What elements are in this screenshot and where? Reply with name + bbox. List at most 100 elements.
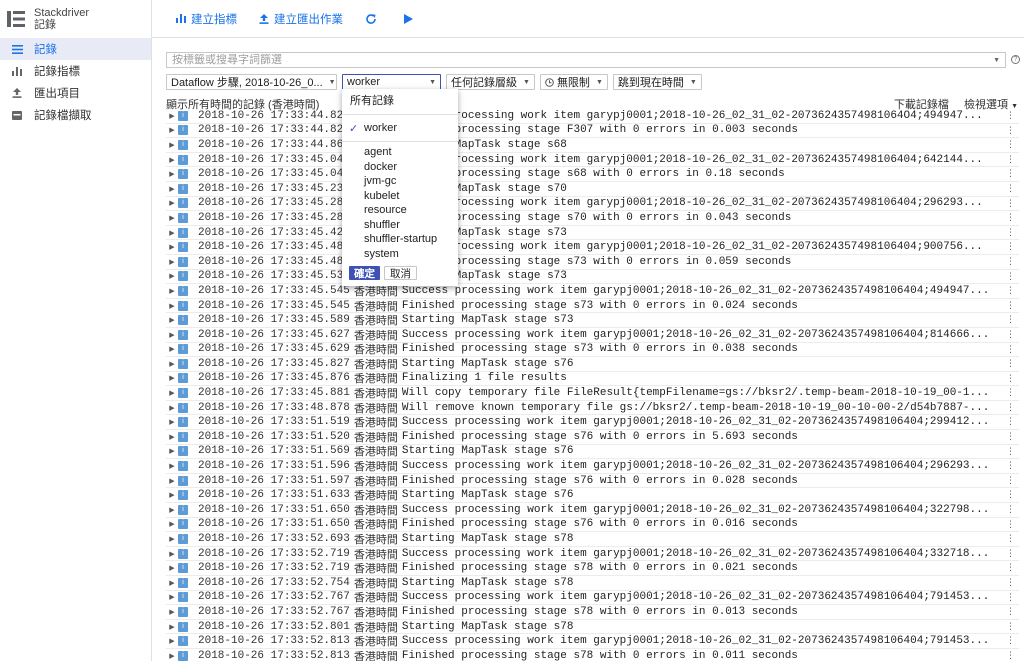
log-row[interactable]: ▶ i 2018-10-26 17:33:51.633 香港時間 Starting Ma…: [166, 488, 1019, 504]
log-row[interactable]: ▶ i 2018-10-26 17:33:52.719 香港時間 Success pro…: [166, 547, 1019, 562]
log-row[interactable]: ▶ i 2018-10-26 17:33:45.629 香港時間 Finished pr…: [166, 343, 1019, 358]
log-row[interactable]: ▶ i 2018-10-26 17:33:48.878 香港時間 Will remove…: [166, 401, 1019, 416]
log-row[interactable]: ▶i2018-10-26 17:33:44.86香港時間Starting Map…: [166, 138, 1019, 153]
more-options-icon[interactable]: ⋮: [1006, 155, 1015, 165]
log-row[interactable]: ▶ i 2018-10-26 17:33:52.767 香港時間 Finished pr…: [166, 605, 1019, 620]
sidebar-item-log-ingestion[interactable]: 記錄檔擷取: [0, 104, 151, 126]
more-options-icon[interactable]: ⋮: [1006, 242, 1015, 252]
expand-arrow-icon[interactable]: ▶: [166, 214, 178, 222]
more-options-icon[interactable]: ⋮: [1006, 359, 1015, 369]
more-options-icon[interactable]: ⋮: [1006, 432, 1015, 442]
menu-item-all-logs[interactable]: 所有記錄: [342, 89, 458, 111]
more-options-icon[interactable]: ⋮: [1006, 169, 1015, 179]
log-row[interactable]: ▶i2018-10-26 17:33:45.42香港時間Starting Map…: [166, 226, 1019, 241]
log-row[interactable]: ▶ i 2018-10-26 17:33:52.813 香港時間 Success pro…: [166, 634, 1019, 649]
log-select[interactable]: worker ▼: [342, 74, 441, 90]
expand-arrow-icon[interactable]: ▶: [166, 272, 178, 280]
more-options-icon[interactable]: ⋮: [1006, 111, 1015, 121]
log-row[interactable]: ▶ i 2018-10-26 17:33:45.545 香港時間 Success pro…: [166, 284, 1019, 299]
expand-arrow-icon[interactable]: ▶: [166, 258, 178, 266]
expand-arrow-icon[interactable]: ▶: [166, 535, 178, 543]
sidebar-item-log-metrics[interactable]: 記錄指標: [0, 60, 151, 82]
log-row[interactable]: ▶ i 2018-10-26 17:33:51.650 香港時間 Success pro…: [166, 503, 1019, 518]
expand-arrow-icon[interactable]: ▶: [166, 185, 178, 193]
chevron-down-icon[interactable]: ▼: [993, 57, 1000, 64]
help-icon[interactable]: ?: [1011, 55, 1020, 64]
log-row[interactable]: ▶ i 2018-10-26 17:33:52.754 香港時間 Starting Ma…: [166, 576, 1019, 591]
log-row[interactable]: ▶ i 2018-10-26 17:33:45.827 香港時間 Starting Ma…: [166, 357, 1019, 372]
more-options-icon[interactable]: ⋮: [1006, 461, 1015, 471]
more-options-icon[interactable]: ⋮: [1006, 417, 1015, 427]
log-row[interactable]: ▶ i 2018-10-26 17:33:52.801 香港時間 Starting Ma…: [166, 620, 1019, 635]
more-options-icon[interactable]: ⋮: [1006, 272, 1015, 282]
cancel-button[interactable]: 取消: [384, 266, 417, 280]
expand-arrow-icon[interactable]: ▶: [166, 477, 178, 485]
more-options-icon[interactable]: ⋮: [1006, 388, 1015, 398]
more-options-icon[interactable]: ⋮: [1006, 549, 1015, 559]
expand-arrow-icon[interactable]: ▶: [166, 331, 178, 339]
expand-arrow-icon[interactable]: ▶: [166, 433, 178, 441]
more-options-icon[interactable]: ⋮: [1006, 126, 1015, 136]
play-button[interactable]: [404, 13, 418, 24]
expand-arrow-icon[interactable]: ▶: [166, 229, 178, 237]
expand-arrow-icon[interactable]: ▶: [166, 550, 178, 558]
log-row[interactable]: ▶ i 2018-10-26 17:33:45.876 香港時間 Finalizing …: [166, 372, 1019, 387]
expand-arrow-icon[interactable]: ▶: [166, 126, 178, 134]
more-options-icon[interactable]: ⋮: [1006, 607, 1015, 617]
log-row[interactable]: ▶i2018-10-26 17:33:45.04香港時間Finished pro…: [166, 167, 1019, 182]
log-row[interactable]: ▶ i 2018-10-26 17:33:52.719 香港時間 Finished pr…: [166, 561, 1019, 576]
menu-item-shuffler[interactable]: shuffler: [342, 218, 458, 233]
log-row[interactable]: ▶i2018-10-26 17:33:45.48香港時間Finished pro…: [166, 255, 1019, 270]
more-options-icon[interactable]: ⋮: [1006, 490, 1015, 500]
menu-item-kubelet[interactable]: kubelet: [342, 189, 458, 204]
expand-arrow-icon[interactable]: ▶: [166, 156, 178, 164]
refresh-button[interactable]: [365, 13, 382, 25]
expand-arrow-icon[interactable]: ▶: [166, 593, 178, 601]
log-row[interactable]: ▶i2018-10-26 17:33:45.53香港時間Starting Map…: [166, 270, 1019, 285]
limit-select[interactable]: 無限制 ▼: [539, 74, 608, 90]
log-row[interactable]: ▶ i 2018-10-26 17:33:45.627 香港時間 Success pro…: [166, 328, 1019, 343]
log-row[interactable]: ▶ i 2018-10-26 17:33:51.650 香港時間 Finished pr…: [166, 518, 1019, 533]
log-row[interactable]: ▶i2018-10-26 17:33:45.28香港時間Finished pro…: [166, 211, 1019, 226]
more-options-icon[interactable]: ⋮: [1006, 622, 1015, 632]
expand-arrow-icon[interactable]: ▶: [166, 302, 178, 310]
more-options-icon[interactable]: ⋮: [1006, 257, 1015, 267]
expand-arrow-icon[interactable]: ▶: [166, 389, 178, 397]
menu-item-worker[interactable]: ✓ worker: [342, 118, 458, 138]
log-row[interactable]: ▶i2018-10-26 17:33:44.82香港時間Finished pro…: [166, 124, 1019, 139]
expand-arrow-icon[interactable]: ▶: [166, 345, 178, 353]
log-row[interactable]: ▶ i 2018-10-26 17:33:45.589 香港時間 Starting Ma…: [166, 313, 1019, 328]
more-options-icon[interactable]: ⋮: [1006, 199, 1015, 209]
expand-arrow-icon[interactable]: ▶: [166, 491, 178, 499]
more-options-icon[interactable]: ⋮: [1006, 184, 1015, 194]
expand-arrow-icon[interactable]: ▶: [166, 564, 178, 572]
more-options-icon[interactable]: ⋮: [1006, 651, 1015, 661]
more-options-icon[interactable]: ⋮: [1006, 315, 1015, 325]
log-row[interactable]: ▶i2018-10-26 17:33:45.48香港時間Success proc…: [166, 240, 1019, 255]
create-export-button[interactable]: 建立匯出作業: [259, 11, 343, 27]
sidebar-item-exports[interactable]: 匯出項目: [0, 82, 151, 104]
expand-arrow-icon[interactable]: ▶: [166, 316, 178, 324]
search-input[interactable]: [167, 54, 994, 66]
expand-arrow-icon[interactable]: ▶: [166, 462, 178, 470]
more-options-icon[interactable]: ⋮: [1006, 636, 1015, 646]
severity-select[interactable]: 任何記錄層級 ▼: [446, 74, 535, 90]
log-row[interactable]: ▶ i 2018-10-26 17:33:52.767 香港時間 Success pro…: [166, 591, 1019, 606]
menu-item-agent[interactable]: agent: [342, 145, 458, 160]
create-metric-button[interactable]: 建立指標: [176, 11, 237, 27]
expand-arrow-icon[interactable]: ▶: [166, 404, 178, 412]
log-row[interactable]: ▶i2018-10-26 17:33:44.82香港時間Success proc…: [166, 109, 1019, 124]
expand-arrow-icon[interactable]: ▶: [166, 112, 178, 120]
ok-button[interactable]: 確定: [349, 266, 380, 280]
more-options-icon[interactable]: ⋮: [1006, 213, 1015, 223]
log-row[interactable]: ▶ i 2018-10-26 17:33:51.569 香港時間 Starting Ma…: [166, 445, 1019, 460]
expand-arrow-icon[interactable]: ▶: [166, 579, 178, 587]
expand-arrow-icon[interactable]: ▶: [166, 170, 178, 178]
expand-arrow-icon[interactable]: ▶: [166, 447, 178, 455]
menu-item-system[interactable]: system: [342, 247, 458, 262]
expand-arrow-icon[interactable]: ▶: [166, 199, 178, 207]
more-options-icon[interactable]: ⋮: [1006, 476, 1015, 486]
expand-arrow-icon[interactable]: ▶: [166, 287, 178, 295]
expand-arrow-icon[interactable]: ▶: [166, 360, 178, 368]
expand-arrow-icon[interactable]: ▶: [166, 637, 178, 645]
